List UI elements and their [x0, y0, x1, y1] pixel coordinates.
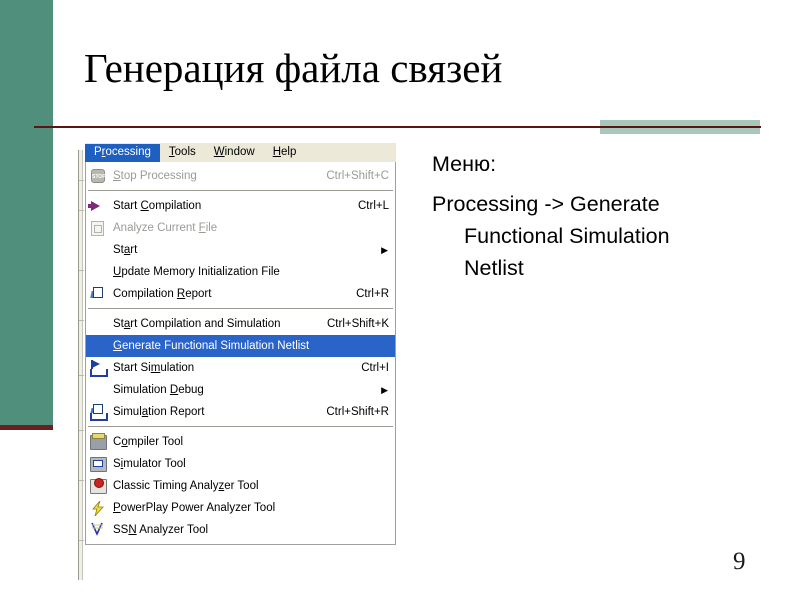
menu-item-start-compilation[interactable]: Start Compilation Ctrl+L — [86, 195, 395, 217]
menu-item-simulator-tool[interactable]: Simulator Tool — [86, 453, 395, 475]
menu-item-shortcut: Ctrl+Shift+C — [326, 170, 389, 182]
compiler-tool-icon — [88, 433, 108, 451]
simulator-tool-icon — [88, 455, 108, 473]
menu-item-powerplay-power-analyzer-tool[interactable]: PowerPlay Power Analyzer Tool — [86, 497, 395, 519]
menu-item-shortcut: Ctrl+Shift+R — [326, 406, 389, 418]
menu-item-label: Classic Timing Analyzer Tool — [113, 480, 259, 492]
menu-item-generate-functional-simulation-netlist[interactable]: Generate Functional Simulation Netlist — [86, 335, 395, 357]
menu-item-compiler-tool[interactable]: Compiler Tool — [86, 431, 395, 453]
body-text-block: Меню: Processing -> Generate Functional … — [432, 148, 762, 284]
no-icon — [88, 381, 108, 399]
menu-item-start-simulation[interactable]: Start Simulation Ctrl+I — [86, 357, 395, 379]
left-accent-bar — [0, 0, 53, 425]
menu-item-ssn-analyzer-tool[interactable]: SSN Analyzer Tool — [86, 519, 395, 541]
left-accent-bar-underline — [0, 425, 53, 430]
classic-timing-analyzer-icon — [88, 477, 108, 495]
play-arrow-icon — [88, 197, 108, 215]
submenu-arrow-icon: ▶ — [381, 245, 388, 255]
menu-item-label: Generate Functional Simulation Netlist — [113, 340, 310, 352]
analyze-document-icon — [88, 219, 108, 237]
menubar-item-processing[interactable]: Processing — [85, 143, 160, 162]
menu-separator — [88, 190, 393, 192]
parent-window-strip — [78, 150, 84, 580]
menubar-item-help[interactable]: Help — [264, 144, 306, 162]
menu-item-label: Start — [113, 244, 138, 256]
powerplay-bolt-icon — [88, 499, 108, 517]
menu-item-label: Simulation Debug — [113, 384, 204, 396]
menu-item-update-memory-initialization-file[interactable]: Update Memory Initialization File — [86, 261, 395, 283]
menu-item-start[interactable]: Start ▶ — [86, 239, 395, 261]
menu-item-label: PowerPlay Power Analyzer Tool — [113, 502, 276, 514]
processing-dropdown-menu: STOP Stop Processing Ctrl+Shift+C Start Com… — [85, 162, 396, 545]
menu-item-label: Start Compilation — [113, 200, 202, 212]
menu-item-compilation-report[interactable]: Compilation Report Ctrl+R — [86, 283, 395, 305]
menu-item-label: Update Memory Initialization File — [113, 266, 280, 278]
menu-bar: Processing Tools Window Help — [85, 143, 396, 162]
page-title: Генерация файла связей — [84, 45, 503, 91]
no-icon — [88, 337, 108, 355]
body-heading: Меню: — [432, 152, 497, 176]
menu-item-simulation-debug[interactable]: Simulation Debug ▶ — [86, 379, 395, 401]
menu-item-label: SSN Analyzer Tool — [113, 524, 209, 536]
menu-item-shortcut: Ctrl+L — [358, 200, 389, 212]
body-gap — [432, 180, 762, 188]
simulation-report-icon — [88, 403, 108, 421]
body-line-1: Processing -> Generate — [432, 192, 660, 216]
no-icon — [88, 241, 108, 259]
body-line-3: Netlist — [464, 256, 524, 280]
header-divider-line — [34, 126, 761, 128]
menubar-item-window[interactable]: Window — [205, 144, 264, 162]
start-simulation-icon — [88, 359, 108, 377]
slide-canvas: Генерация файла связей Меню: Processing … — [0, 0, 800, 600]
body-line-2: Functional Simulation — [464, 224, 670, 248]
menubar-item-tools[interactable]: Tools — [160, 144, 205, 162]
menu-item-start-compilation-and-simulation[interactable]: Start Compilation and Simulation Ctrl+Shi… — [86, 313, 395, 335]
menu-item-shortcut: Ctrl+Shift+K — [327, 318, 389, 330]
menu-separator — [88, 426, 393, 428]
stop-sign-icon: STOP — [88, 167, 108, 185]
menu-item-shortcut: Ctrl+I — [361, 362, 389, 374]
menu-item-label: Stop Processing — [113, 170, 197, 182]
menu-item-classic-timing-analyzer-tool[interactable]: Classic Timing Analyzer Tool — [86, 475, 395, 497]
menu-item-label: Analyze Current File — [113, 222, 218, 234]
menu-item-stop-processing: STOP Stop Processing Ctrl+Shift+C — [86, 165, 395, 187]
menu-item-label: Start Compilation and Simulation — [113, 318, 281, 330]
ssn-analyzer-icon — [88, 521, 108, 539]
no-icon — [88, 263, 108, 281]
menu-separator — [88, 308, 393, 310]
menu-item-label: Compilation Report — [113, 288, 212, 300]
menu-item-shortcut: Ctrl+R — [356, 288, 389, 300]
menu-item-label: Simulation Report — [113, 406, 205, 418]
page-number: 9 — [733, 548, 746, 575]
menu-item-label: Simulator Tool — [113, 458, 186, 470]
menu-item-analyze-current-file: Analyze Current File — [86, 217, 395, 239]
menu-item-label: Compiler Tool — [113, 436, 184, 448]
compilation-report-icon — [88, 285, 108, 303]
menu-item-simulation-report[interactable]: Simulation Report Ctrl+Shift+R — [86, 401, 395, 423]
menu-item-label: Start Simulation — [113, 362, 195, 374]
no-icon — [88, 315, 108, 333]
submenu-arrow-icon: ▶ — [381, 385, 388, 395]
